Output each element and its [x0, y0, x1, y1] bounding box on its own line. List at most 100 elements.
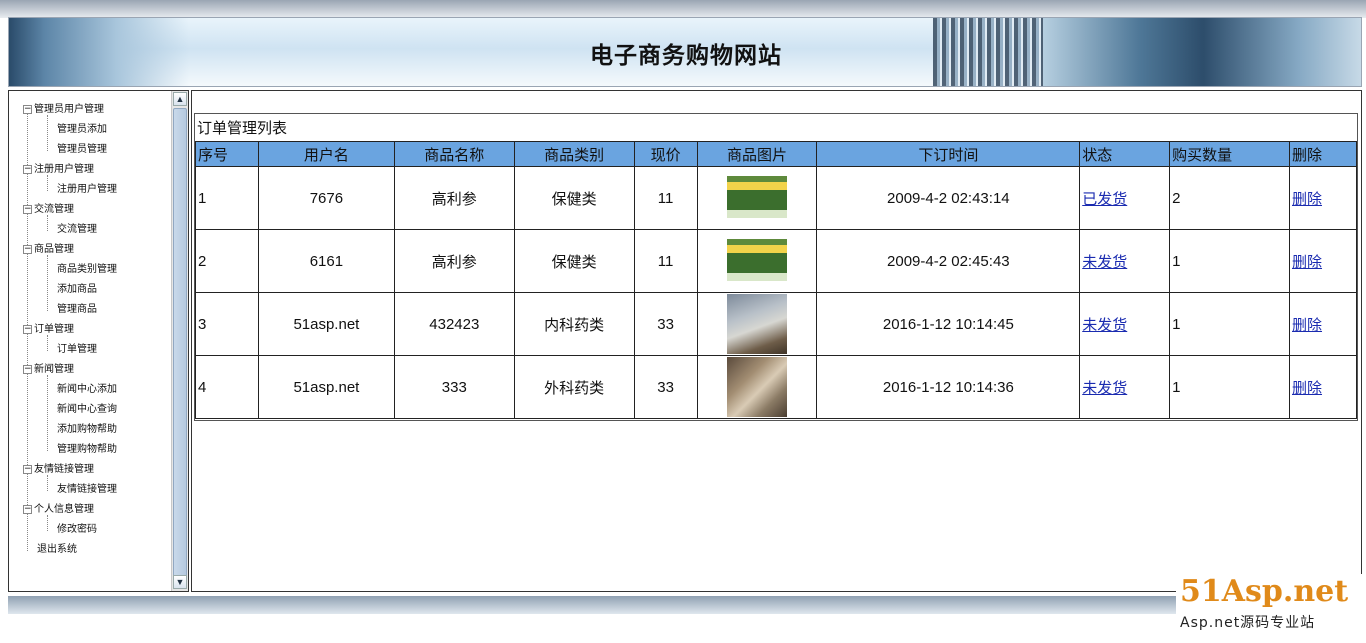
collapse-icon[interactable]: − — [23, 164, 32, 174]
cell-category: 内科药类 — [513, 292, 635, 356]
order-list-panel: 订单管理列表 序号 用户名 商品名称 商品类别 现价 商品图片 下订时间 状态 … — [194, 113, 1358, 421]
sidebar-item-manage-admin[interactable]: 管理员管理 — [57, 140, 107, 160]
nav-tree: − 管理员用户管理 管理员添加 管理员管理 − 注册用户管理 注册用户管理 − 交流管… — [9, 91, 172, 591]
status-link[interactable]: 已发货 — [1082, 191, 1127, 208]
column-header: 删除 — [1289, 141, 1357, 167]
cell-image — [696, 292, 818, 356]
column-header: 购买数量 — [1169, 141, 1290, 167]
tree-line — [47, 375, 48, 451]
table-row: 3 51asp.net 432423 内科药类 33 2016-1-12 10:… — [195, 292, 1357, 356]
cell-delete: 删除 — [1289, 229, 1357, 293]
sidebar-group-communication[interactable]: − 交流管理 — [23, 200, 74, 220]
cell-qty: 1 — [1169, 229, 1290, 293]
hand-photo-icon — [727, 357, 787, 417]
cell-price: 33 — [633, 292, 698, 356]
sidebar-item-add-product[interactable]: 添加商品 — [57, 280, 97, 300]
cell-delete: 删除 — [1289, 355, 1357, 419]
collapse-icon[interactable]: − — [23, 104, 32, 114]
cell-qty: 2 — [1169, 166, 1290, 230]
sidebar-item-change-password[interactable]: 修改密码 — [57, 520, 97, 540]
site-title: 电子商务购物网站 — [590, 42, 782, 68]
cell-delete: 删除 — [1289, 292, 1357, 356]
site-header: 电子商务购物网站 — [8, 17, 1362, 87]
column-header: 商品图片 — [696, 141, 818, 167]
column-header: 下订时间 — [816, 141, 1081, 167]
cell-no: 2 — [195, 229, 259, 293]
scroll-down-icon[interactable]: ▼ — [173, 575, 187, 589]
sidebar-group-registered-users[interactable]: − 注册用户管理 — [23, 160, 94, 180]
cell-no: 4 — [195, 355, 259, 419]
table-row: 2 6161 高利参 保健类 11 2009-4-2 02:45:43 未发货 … — [195, 229, 1357, 293]
sidebar-item-add-admin[interactable]: 管理员添加 — [57, 120, 107, 140]
cell-qty: 1 — [1169, 355, 1290, 419]
cell-price: 33 — [633, 355, 698, 419]
status-link[interactable]: 未发货 — [1082, 317, 1127, 334]
column-header: 状态 — [1079, 141, 1171, 167]
product-box-icon — [727, 231, 787, 291]
sidebar-item-logout[interactable]: 退出系统 — [37, 540, 77, 560]
cell-no: 1 — [195, 166, 259, 230]
sidebar-group-products[interactable]: − 商品管理 — [23, 240, 74, 260]
sidebar-group-news[interactable]: − 新闻管理 — [23, 360, 74, 380]
status-link[interactable]: 未发货 — [1082, 380, 1127, 397]
sidebar-scrollbar[interactable]: ▲ ▼ — [171, 91, 188, 591]
cell-time: 2016-1-12 10:14:45 — [816, 292, 1081, 356]
sidebar-item-add-news[interactable]: 新闻中心添加 — [57, 380, 117, 400]
cell-category: 外科药类 — [513, 355, 635, 419]
sidebar-item-links[interactable]: 友情链接管理 — [57, 480, 117, 500]
collapse-icon[interactable]: − — [23, 204, 32, 214]
cell-product: 333 — [393, 355, 515, 419]
cell-user: 51asp.net — [257, 292, 395, 356]
sidebar-item-communication[interactable]: 交流管理 — [57, 220, 97, 240]
watermark-logo: 51Asp.net — [1180, 574, 1349, 609]
cell-category: 保健类 — [513, 229, 635, 293]
cell-time: 2009-4-2 02:43:14 — [816, 166, 1081, 230]
table-row: 1 7676 高利参 保健类 11 2009-4-2 02:43:14 已发货 … — [195, 166, 1357, 230]
sidebar-group-links[interactable]: − 友情链接管理 — [23, 460, 94, 480]
footer-bar — [8, 596, 1362, 614]
cell-category: 保健类 — [513, 166, 635, 230]
cell-user: 6161 — [257, 229, 395, 293]
cell-no: 3 — [195, 292, 259, 356]
watermark: 51Asp.net Asp.net源码专业站 — [1176, 574, 1364, 643]
column-header: 商品名称 — [393, 141, 515, 167]
cell-product: 高利参 — [393, 166, 515, 230]
cell-product: 432423 — [393, 292, 515, 356]
delete-link[interactable]: 删除 — [1292, 254, 1322, 271]
scroll-up-icon[interactable]: ▲ — [173, 92, 187, 106]
tree-line — [47, 255, 48, 311]
cell-product: 高利参 — [393, 229, 515, 293]
cell-status: 未发货 — [1079, 355, 1171, 419]
cell-user: 7676 — [257, 166, 395, 230]
sidebar-group-orders[interactable]: − 订单管理 — [23, 320, 74, 340]
sidebar-item-manage-products[interactable]: 管理商品 — [57, 300, 97, 320]
sidebar-item-registered-users[interactable]: 注册用户管理 — [57, 180, 117, 200]
sidebar-item-manage-help[interactable]: 管理购物帮助 — [57, 440, 117, 460]
collapse-icon[interactable]: − — [23, 244, 32, 254]
cell-image — [696, 166, 818, 230]
status-link[interactable]: 未发货 — [1082, 254, 1127, 271]
scroll-thumb[interactable] — [173, 108, 187, 578]
delete-link[interactable]: 删除 — [1292, 380, 1322, 397]
delete-link[interactable]: 删除 — [1292, 191, 1322, 208]
collapse-icon[interactable]: − — [23, 324, 32, 334]
cell-status: 未发货 — [1079, 292, 1171, 356]
list-title: 订单管理列表 — [197, 120, 288, 137]
delete-link[interactable]: 删除 — [1292, 317, 1322, 334]
sidebar-item-add-help[interactable]: 添加购物帮助 — [57, 420, 117, 440]
cell-image — [696, 355, 818, 419]
column-header: 现价 — [633, 141, 698, 167]
collapse-icon[interactable]: − — [23, 504, 32, 514]
collapse-icon[interactable]: − — [23, 364, 32, 374]
collapse-icon[interactable]: − — [23, 464, 32, 474]
sidebar-item-query-news[interactable]: 新闻中心查询 — [57, 400, 117, 420]
sidebar-group-admin-users[interactable]: − 管理员用户管理 — [23, 100, 104, 120]
sidebar-item-orders[interactable]: 订单管理 — [57, 340, 97, 360]
cell-price: 11 — [633, 229, 698, 293]
sidebar-item-product-categories[interactable]: 商品类别管理 — [57, 260, 117, 280]
product-box-icon — [727, 168, 787, 228]
cell-time: 2009-4-2 02:45:43 — [816, 229, 1081, 293]
orders-table: 序号 用户名 商品名称 商品类别 现价 商品图片 下订时间 状态 购买数量 删除… — [195, 141, 1357, 419]
sidebar-group-profile[interactable]: − 个人信息管理 — [23, 500, 94, 520]
tree-line — [47, 115, 48, 151]
